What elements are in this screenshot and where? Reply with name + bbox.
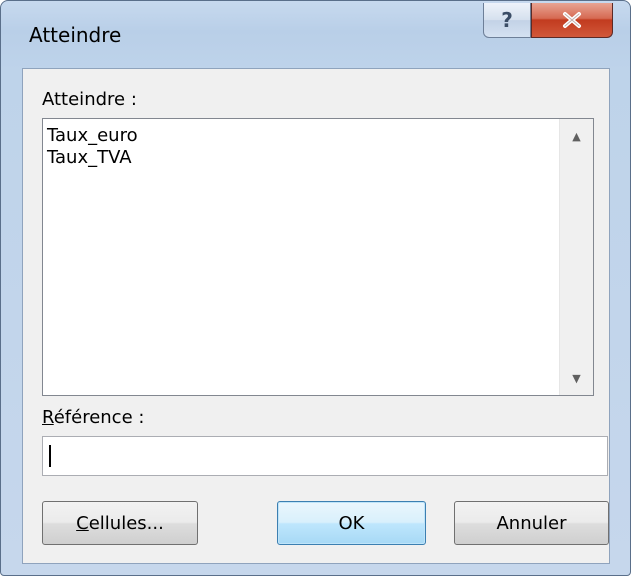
cancel-button[interactable]: Annuler bbox=[454, 501, 609, 545]
list-item[interactable]: Taux_TVA bbox=[47, 147, 138, 169]
title-bar[interactable]: Atteindre ? bbox=[1, 1, 630, 65]
vertical-scrollbar[interactable]: ▲ ▼ bbox=[559, 119, 593, 395]
list-item[interactable]: Taux_euro bbox=[47, 125, 138, 147]
reference-mnemonic: R bbox=[42, 407, 54, 428]
scroll-down-arrow-icon: ▼ bbox=[572, 371, 581, 385]
close-button[interactable] bbox=[531, 3, 613, 38]
reference-label: Référence : bbox=[42, 407, 144, 428]
goto-dialog: Atteindre ? Atteindre : Taux_euro Taux_T… bbox=[0, 0, 631, 576]
reference-input[interactable] bbox=[42, 436, 608, 476]
goto-label: Atteindre : bbox=[42, 89, 137, 110]
dialog-body: Atteindre : Taux_euro Taux_TVA ▲ ▼ Référ… bbox=[22, 68, 610, 564]
scroll-up-arrow-icon: ▲ bbox=[572, 129, 581, 143]
window-title: Atteindre bbox=[29, 23, 122, 47]
close-icon bbox=[563, 12, 581, 28]
special-cells-label: ellules... bbox=[88, 512, 164, 534]
goto-listbox[interactable]: Taux_euro Taux_TVA ▲ ▼ bbox=[42, 118, 594, 396]
reference-label-text: éférence : bbox=[53, 407, 145, 428]
ok-label: OK bbox=[338, 512, 365, 534]
goto-list-items: Taux_euro Taux_TVA bbox=[47, 125, 138, 169]
cancel-label: Annuler bbox=[496, 512, 567, 534]
special-cells-button[interactable]: Cellules... bbox=[42, 501, 198, 545]
special-cells-mnemonic: C bbox=[76, 512, 89, 534]
scroll-up-button[interactable]: ▲ bbox=[560, 119, 593, 153]
help-icon: ? bbox=[501, 8, 513, 32]
scroll-down-button[interactable]: ▼ bbox=[560, 361, 593, 395]
text-caret bbox=[49, 445, 51, 467]
help-button[interactable]: ? bbox=[483, 3, 531, 38]
ok-button[interactable]: OK bbox=[277, 501, 426, 545]
